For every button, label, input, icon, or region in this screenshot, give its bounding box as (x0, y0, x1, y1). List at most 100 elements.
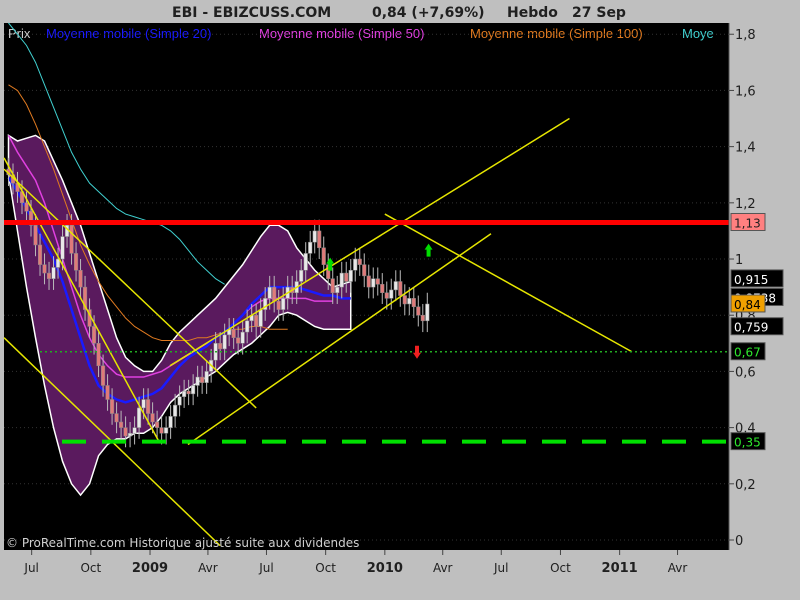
x-tick-label: Avr (433, 561, 453, 575)
candle (420, 314, 425, 322)
legend-item: Prix (8, 26, 31, 41)
candle (114, 413, 119, 423)
candle (69, 225, 74, 254)
price-badge-label: 0,759 (734, 321, 768, 335)
candle (317, 230, 322, 249)
candle (236, 337, 241, 344)
candle (276, 300, 281, 310)
candle (371, 278, 376, 288)
x-tick-label: Jul (23, 561, 38, 575)
candle (186, 390, 191, 395)
y-tick-label: 0,2 (735, 478, 756, 493)
candle (37, 244, 43, 265)
candle (123, 427, 128, 437)
legend-item: Moyenne mobile (Simple 20) (46, 26, 211, 41)
legend-item: Moyenne mobile (Simple 100) (470, 26, 643, 41)
y-tick-label: 0,6 (735, 365, 756, 380)
candle (105, 385, 110, 400)
y-tick-label: 1,6 (735, 84, 756, 99)
x-tick-label: 2011 (602, 561, 638, 576)
y-tick-label: 1 (735, 253, 743, 268)
candle (137, 407, 142, 428)
x-tick-label: Oct (550, 561, 571, 575)
candle (150, 413, 155, 423)
candle (380, 284, 385, 293)
candle (173, 404, 178, 417)
copyright-note: © ProRealTime.com Historique ajusté suit… (6, 536, 359, 550)
candle (254, 314, 259, 327)
candle (321, 247, 326, 265)
candle (375, 278, 380, 285)
candle (101, 365, 106, 386)
chart-date: 27 Sep (572, 5, 626, 21)
candle (398, 281, 403, 296)
price-badge-label: 0,67 (734, 346, 761, 360)
candle (303, 253, 308, 271)
candle (155, 421, 160, 428)
y-tick-label: 0 (735, 534, 743, 549)
candle (366, 275, 371, 288)
candle (245, 320, 250, 333)
price-badge-label: 0,35 (734, 436, 761, 450)
x-tick-label: 2009 (132, 561, 168, 576)
candle (195, 376, 200, 386)
candle (73, 253, 79, 271)
candle (96, 343, 101, 367)
x-tick-label: Oct (80, 561, 101, 575)
candle (191, 385, 196, 395)
candle (362, 264, 367, 277)
x-tick-label: Avr (668, 561, 688, 575)
x-tick-label: Jul (493, 561, 508, 575)
plot-area[interactable] (4, 23, 729, 550)
candle (281, 298, 286, 310)
candle (272, 286, 277, 302)
candle (42, 264, 47, 274)
candle (159, 427, 164, 434)
candle (402, 295, 407, 305)
legend-item: Moye (682, 26, 714, 41)
candle (168, 416, 173, 428)
candle (312, 230, 317, 243)
candle (24, 202, 29, 212)
candle (407, 298, 412, 305)
candle (357, 258, 362, 265)
chart-root: EBI - EBIZCUSS.COM 0,84 (+7,69%) Hebdo 2… (0, 0, 800, 600)
y-tick-label: 1,8 (735, 28, 756, 43)
candle (425, 303, 430, 322)
candle (146, 399, 151, 414)
candle (393, 281, 398, 291)
candle (299, 270, 304, 282)
candle (119, 421, 124, 428)
candle (164, 427, 169, 434)
candle (353, 258, 358, 271)
candle (141, 399, 146, 409)
candle (204, 371, 209, 383)
price-badge-label: 0,84 (734, 298, 761, 312)
price-badge-label: 0,915 (734, 273, 768, 287)
candle (46, 272, 52, 279)
y-tick-label: 1,4 (735, 141, 756, 156)
candle (258, 309, 263, 327)
x-tick-label: Avr (198, 561, 218, 575)
candle (267, 286, 272, 299)
x-tick-label: Oct (315, 561, 336, 575)
candle (240, 331, 245, 344)
x-tick-label: Jul (258, 561, 273, 575)
x-tick-label: 2010 (367, 561, 403, 576)
legend: Prix Moyenne mobile (Simple 20) Moyenne mo… (8, 26, 714, 41)
candle (182, 390, 187, 397)
candle (335, 286, 340, 293)
candle (177, 396, 182, 406)
candle (389, 289, 394, 299)
chart-period: Hebdo (507, 5, 558, 21)
candle (132, 427, 137, 434)
candle (308, 241, 313, 254)
candle (339, 272, 344, 288)
candle (411, 298, 416, 308)
chart-title: EBI - EBIZCUSS.COM (172, 5, 331, 21)
price-chart[interactable]: EBI - EBIZCUSS.COM 0,84 (+7,69%) Hebdo 2… (0, 0, 800, 600)
candle (218, 343, 223, 350)
candle (128, 432, 133, 437)
candle (60, 236, 65, 260)
candle (33, 225, 38, 246)
